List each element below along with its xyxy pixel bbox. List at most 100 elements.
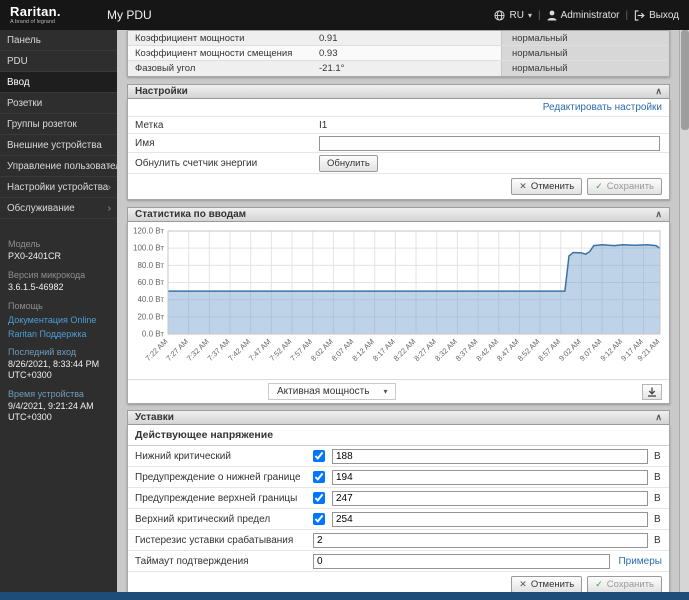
sidebar-item-outlets[interactable]: Розетки [0,93,117,114]
label-value: I1 [319,119,328,131]
status-badge: нормальный [501,31,669,45]
unit-label: В [654,492,661,504]
check-icon: ✓ [595,579,603,589]
examples-link[interactable]: Примеры [618,556,662,567]
sidebar-item-label: PDU [7,56,28,67]
upper-warning-input[interactable] [332,490,648,506]
field-label: Предупреждение о нижней границе [135,471,301,483]
field-label: Имя [135,137,155,149]
unit-label: В [654,513,661,525]
input-statistics-chart: 0.0 Вт 20.0 Вт 40.0 Вт 60.0 Вт 80.0 Вт 100.0 … [133,227,661,363]
cancel-button[interactable]: ✕ Отменить [511,576,583,593]
user-menu[interactable]: Administrator [547,9,620,21]
save-label: Сохранить [606,579,654,590]
sidebar-item-label: Ввод [7,77,30,88]
field-label: Верхний критический предел [135,513,271,525]
upper-critical-checkbox[interactable] [313,513,325,525]
sidebar-item-peripherals[interactable]: Внешние устройства [0,135,117,156]
sidebar-item-label: Группы розеток [7,119,77,130]
sidebar-item-maintenance[interactable]: Обслуживание › [0,198,117,219]
logo-text: Raritan. [10,4,61,19]
last-login-value: 8/26/2021, 8:33:44 PM UTC+0300 [8,359,100,380]
save-button[interactable]: ✓ Сохранить [587,576,662,593]
sensor-table: Коэффициент мощности 0.91 нормальный Коэ… [127,30,670,77]
field-label: Метка [135,119,164,131]
status-badge: нормальный [501,61,669,76]
lower-critical-checkbox[interactable] [313,450,325,462]
sensor-name: Коэффициент мощности смещения [135,47,293,59]
svg-text:40.0 Вт: 40.0 Вт [137,295,164,304]
status-badge: нормальный [501,46,669,60]
svg-text:60.0 Вт: 60.0 Вт [137,278,164,287]
statistics-section-header[interactable]: Статистика по вводам ∧ [127,207,670,222]
sensor-name: Фазовый угол [135,63,196,74]
x-icon: ✕ [519,579,527,589]
sidebar-item-inlet[interactable]: Ввод [0,72,117,93]
chevron-right-icon: › [107,203,111,214]
logout-label: Выход [649,9,679,21]
lower-warning-checkbox[interactable] [313,471,325,483]
sidebar-item-dashboard[interactable]: Панель [0,30,117,51]
edit-settings-row: Редактировать настройки [128,99,669,117]
thresholds-panel: Действующее напряжение Нижний критически… [127,425,670,598]
svg-text:120.0 Вт: 120.0 Вт [133,227,164,236]
collapse-icon: ∧ [655,86,662,96]
model-value: PX0-2401CR [8,251,62,261]
sidebar-item-device-settings[interactable]: Настройки устройства › [0,177,117,198]
chart-container: 0.0 Вт 20.0 Вт 40.0 Вт 60.0 Вт 80.0 Вт 100.0 … [128,222,669,379]
statistics-section: Статистика по вводам ∧ 0.0 Вт 20.0 Вт 40.0… [127,207,670,404]
svg-text:80.0 Вт: 80.0 Вт [137,261,164,270]
name-input[interactable] [319,135,660,151]
table-row: Коэффициент мощности 0.91 нормальный [128,31,669,46]
chart-export-button[interactable] [642,383,662,400]
header-separator: | [537,9,541,21]
sidebar-item-user-management[interactable]: Управление пользователями› [0,156,117,177]
cancel-button[interactable]: ✕ Отменить [511,178,583,195]
online-docs-link[interactable]: Документация Online [8,315,109,325]
sidebar-item-label: Внешние устройства [7,140,102,151]
language-selector[interactable]: RU ▾ [494,10,532,21]
svg-text:20.0 Вт: 20.0 Вт [137,312,164,321]
bottom-bar [0,592,689,600]
threshold-row-hysteresis: Гистерезис уставки срабатывания В [128,530,669,551]
field-label: Предупреждение верхней границы [135,492,298,504]
scrollbar-thumb[interactable] [681,30,689,130]
raritan-logo[interactable]: Raritan. A brand of legrand [0,5,107,25]
raritan-support-link[interactable]: Raritan Поддержка [8,329,109,339]
sidebar: Панель PDU Ввод Розетки Группы розеток В… [0,30,117,592]
sidebar-item-outlet-groups[interactable]: Группы розеток [0,114,117,135]
user-icon [547,10,557,21]
upper-critical-input[interactable] [332,511,648,527]
settings-panel: Редактировать настройки Метка I1 Имя Обн… [127,99,670,200]
reset-energy-button[interactable]: Обнулить [319,154,378,172]
reset-energy-row: Обнулить счетчик энергии Обнулить [128,153,669,174]
collapse-icon: ∧ [655,412,662,422]
sidebar-item-pdu[interactable]: PDU [0,51,117,72]
section-title: Статистика по вводам [135,209,247,220]
logout-button[interactable]: Выход [634,10,679,21]
save-button[interactable]: ✓ Сохранить [587,178,662,195]
logout-icon [634,9,645,21]
field-label: Таймаут подтверждения [135,555,249,567]
logo-subtitle: A brand of legrand [10,19,55,25]
page-title: My PDU [107,8,152,22]
thresholds-section-header[interactable]: Уставки ∧ [127,410,670,425]
hysteresis-input[interactable] [313,532,648,548]
settings-section-header[interactable]: Настройки ∧ [127,84,670,99]
edit-settings-link[interactable]: Редактировать настройки [543,102,662,113]
chart-controls: Активная мощность ▾ [128,379,669,403]
app-window: Raritan. A brand of legrand My PDU RU ▾ … [0,0,689,600]
threshold-row-upper-critical: Верхний критический предел В [128,509,669,530]
scrollbar[interactable] [679,30,689,592]
lower-critical-input[interactable] [332,448,648,464]
assertion-timeout-input[interactable] [313,553,611,569]
lower-warning-input[interactable] [332,469,648,485]
chart-metric-select[interactable]: Активная мощность ▾ [268,383,397,400]
table-row: Коэффициент мощности смещения 0.93 норма… [128,46,669,61]
section-title: Настройки [135,86,188,97]
field-label: Гистерезис уставки срабатывания [135,534,294,546]
model-label: Модель [8,239,41,249]
x-icon: ✕ [519,181,527,191]
user-label: Administrator [560,9,620,21]
upper-warning-checkbox[interactable] [313,492,325,504]
